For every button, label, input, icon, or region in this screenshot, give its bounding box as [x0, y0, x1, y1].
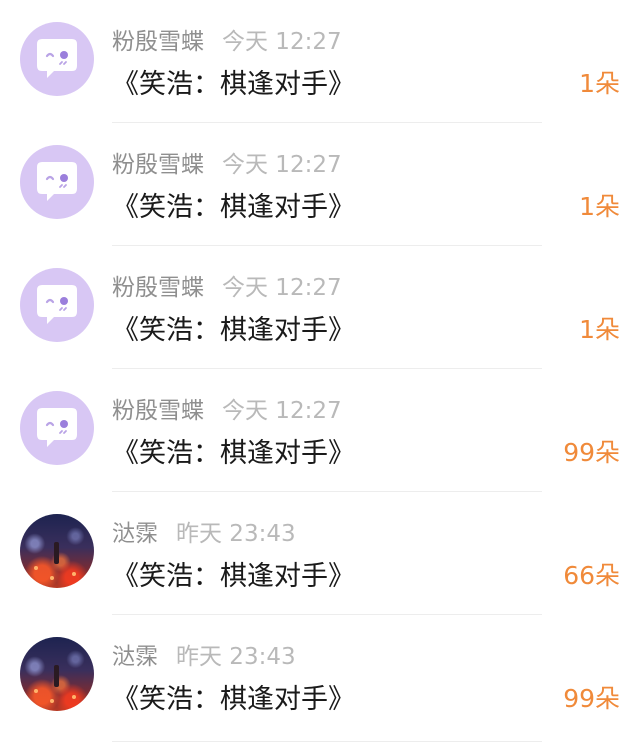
list-item[interactable]: 㳠霂 昨天 23:43 《笑浩：棋逢对手》 99朵 — [0, 615, 640, 742]
avatar-figure — [54, 665, 60, 688]
timestamp: 今天 12:27 — [222, 398, 342, 424]
username[interactable]: 粉殷雪蝶 — [112, 145, 204, 179]
username[interactable]: 㳠霂 — [112, 514, 158, 548]
name-line: 粉殷雪蝶 今天 12:27 — [112, 391, 342, 425]
message-text: 《笑浩：棋逢对手》 — [112, 561, 355, 592]
username[interactable]: 粉殷雪蝶 — [112, 268, 204, 302]
flower-count: 1朵 — [579, 69, 620, 98]
avatar-spark — [50, 576, 54, 580]
name-line: 㳠霂 昨天 23:43 — [112, 637, 296, 671]
flower-count: 66朵 — [563, 561, 620, 590]
default-avatar-icon[interactable] — [20, 145, 94, 219]
user-photo-avatar[interactable] — [20, 637, 94, 711]
avatar-spark — [34, 689, 38, 693]
list-item[interactable]: 㳠霂 昨天 23:43 《笑浩：棋逢对手》 66朵 — [0, 492, 640, 615]
name-line: 㳠霂 昨天 23:43 — [112, 514, 296, 548]
flower-count: 1朵 — [579, 192, 620, 221]
flower-count: 1朵 — [579, 315, 620, 344]
default-avatar-icon[interactable] — [20, 268, 94, 342]
avatar-figure — [54, 542, 60, 565]
timestamp: 昨天 23:43 — [176, 644, 296, 670]
avatar-spark — [72, 695, 76, 699]
message-text: 《笑浩：棋逢对手》 — [112, 69, 355, 100]
timestamp: 今天 12:27 — [222, 275, 342, 301]
name-line: 粉殷雪蝶 今天 12:27 — [112, 22, 342, 56]
username[interactable]: 粉殷雪蝶 — [112, 22, 204, 56]
list-item[interactable]: 粉殷雪蝶 今天 12:27 《笑浩：棋逢对手》 1朵 — [0, 123, 640, 246]
avatar-spark — [34, 566, 38, 570]
avatar-spark — [72, 572, 76, 576]
timestamp: 昨天 23:43 — [176, 521, 296, 547]
gift-record-list: 粉殷雪蝶 今天 12:27 《笑浩：棋逢对手》 1朵 粉殷雪蝶 今天 12:27… — [0, 0, 640, 742]
timestamp: 今天 12:27 — [222, 152, 342, 178]
default-avatar-icon[interactable] — [20, 22, 94, 96]
avatar-spark — [50, 699, 54, 703]
default-avatar-icon[interactable] — [20, 391, 94, 465]
list-item[interactable]: 粉殷雪蝶 今天 12:27 《笑浩：棋逢对手》 99朵 — [0, 369, 640, 492]
message-text: 《笑浩：棋逢对手》 — [112, 684, 355, 715]
timestamp: 今天 12:27 — [222, 29, 342, 55]
message-text: 《笑浩：棋逢对手》 — [112, 192, 355, 223]
username[interactable]: 粉殷雪蝶 — [112, 391, 204, 425]
name-line: 粉殷雪蝶 今天 12:27 — [112, 145, 342, 179]
message-text: 《笑浩：棋逢对手》 — [112, 315, 355, 346]
user-photo-avatar[interactable] — [20, 514, 94, 588]
username[interactable]: 㳠霂 — [112, 637, 158, 671]
flower-count: 99朵 — [563, 438, 620, 467]
flower-count: 99朵 — [563, 684, 620, 713]
list-item[interactable]: 粉殷雪蝶 今天 12:27 《笑浩：棋逢对手》 1朵 — [0, 246, 640, 369]
message-text: 《笑浩：棋逢对手》 — [112, 438, 355, 469]
name-line: 粉殷雪蝶 今天 12:27 — [112, 268, 342, 302]
list-item[interactable]: 粉殷雪蝶 今天 12:27 《笑浩：棋逢对手》 1朵 — [0, 0, 640, 123]
